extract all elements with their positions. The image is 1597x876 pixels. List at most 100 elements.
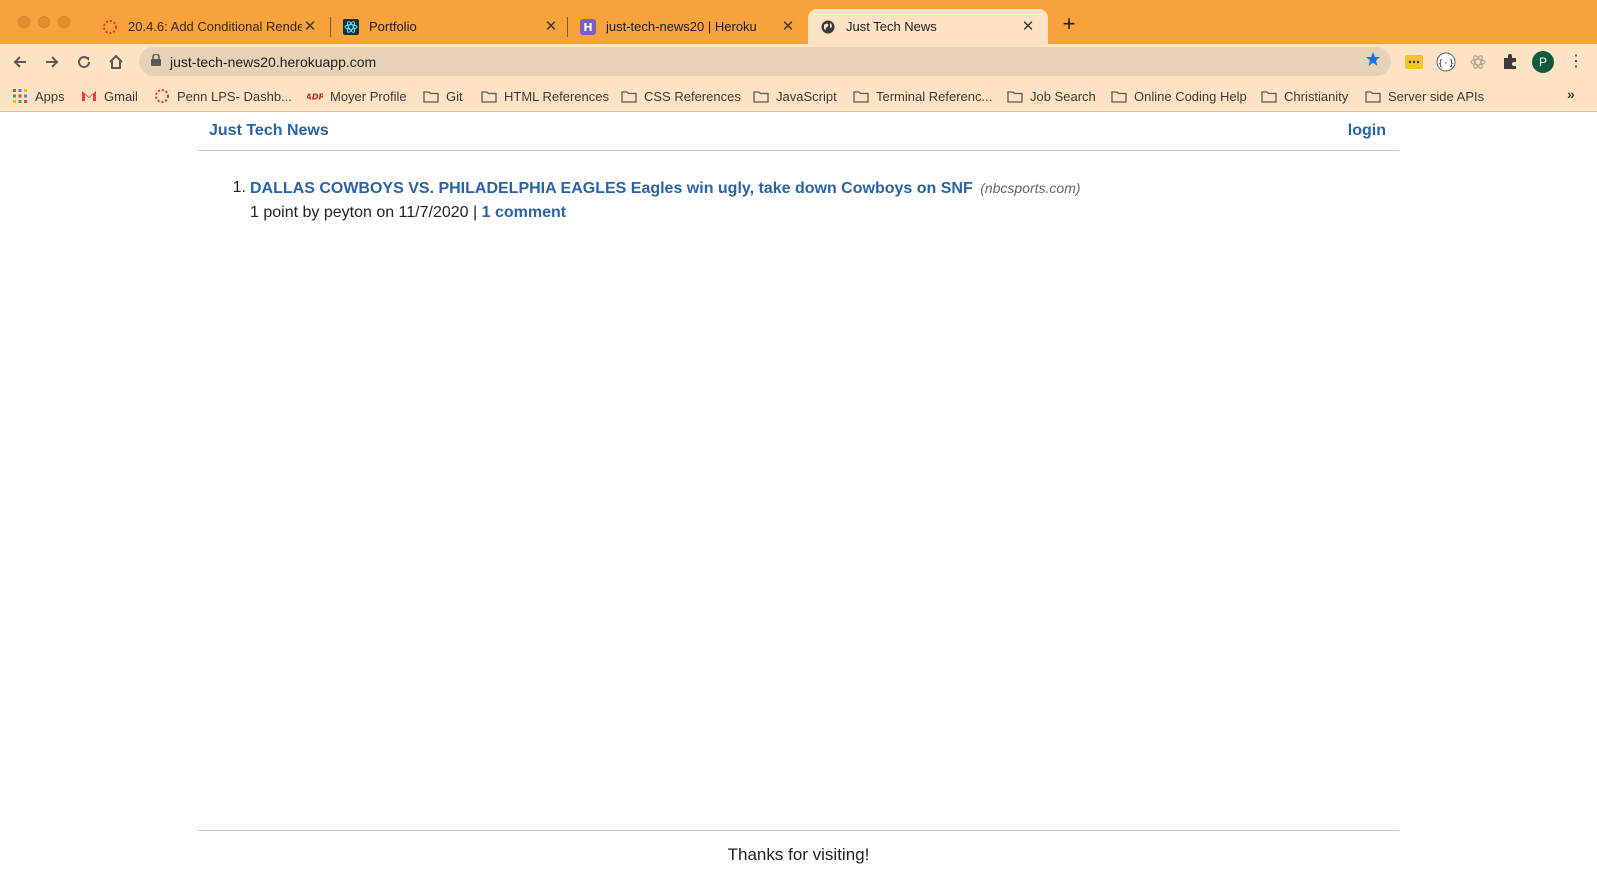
bookmark-label: Penn LPS- Dashb... [177, 88, 292, 104]
browser-tab[interactable]: Portfolio ✕ [331, 9, 571, 44]
bookmark-label: Server side APIs [1388, 88, 1485, 104]
post-body: DALLAS COWBOYS VS. PHILADELPHIA EAGLES E… [250, 176, 1081, 225]
back-button[interactable] [9, 51, 31, 73]
folder-icon [1007, 88, 1023, 104]
svg-text:ADP: ADP [307, 93, 323, 102]
folder-icon [621, 88, 637, 104]
bookmark-folder-server-apis[interactable]: Server side APIs [1365, 86, 1484, 106]
bookmark-star-icon[interactable] [1365, 51, 1381, 72]
bookmark-label: Terminal Referenc... [876, 88, 993, 104]
bookmark-label: CSS References [644, 88, 741, 104]
bookmark-folder-html[interactable]: HTML References [481, 86, 609, 106]
address-bar[interactable]: just-tech-news20.herokuapp.com [139, 47, 1391, 76]
heroku-icon: H [580, 18, 596, 35]
tab-bar: 20.4.6: Add Conditional Rende ✕ Portfoli… [0, 0, 1597, 44]
globe-icon [820, 19, 836, 35]
folder-icon [753, 88, 769, 104]
bookmark-label: Christianity [1284, 88, 1349, 104]
bookmark-label: Moyer Profile [330, 88, 407, 104]
bookmark-label: Git [446, 88, 463, 104]
tab-title: 20.4.6: Add Conditional Rende [128, 19, 302, 34]
folder-icon [1111, 88, 1127, 104]
post-meta-text: 1 point by peyton on 11/7/2020 | [250, 204, 478, 221]
browser-tab[interactable]: H just-tech-news20 | Heroku ✕ [568, 9, 808, 44]
bookmark-apps[interactable]: Apps [12, 86, 65, 106]
bookmark-folder-css[interactable]: CSS References [621, 86, 741, 106]
home-icon [109, 54, 123, 69]
tab-title: Just Tech News [846, 19, 937, 34]
site-header: Just Tech News login [198, 112, 1399, 151]
reload-button[interactable] [73, 51, 95, 73]
bookmark-label: Online Coding Help [1134, 88, 1247, 104]
devtools-extension-icon[interactable]: {·} [1436, 52, 1456, 72]
forward-button[interactable] [41, 51, 63, 73]
window-minimize-button[interactable] [38, 16, 50, 28]
post-title-link[interactable]: DALLAS COWBOYS VS. PHILADELPHIA EAGLES E… [250, 180, 973, 197]
footer-text: Thanks for visiting! [727, 845, 870, 864]
close-icon[interactable]: ✕ [1020, 18, 1036, 35]
post-number: 1. [232, 179, 246, 196]
list-item: 1. DALLAS COWBOYS VS. PHILADELPHIA EAGLE… [226, 176, 1226, 225]
bookmarks-overflow-chevron-icon[interactable]: » [1567, 86, 1575, 102]
close-icon[interactable]: ✕ [543, 18, 559, 35]
bookmark-label: HTML References [504, 88, 609, 104]
folder-icon [1365, 88, 1381, 104]
page-viewport: Just Tech News login 1. DALLAS COWBOYS V… [0, 112, 1597, 876]
reload-icon [78, 56, 91, 69]
gmail-icon [81, 88, 97, 104]
folder-icon [1261, 88, 1277, 104]
bookmark-label: Job Search [1030, 88, 1096, 104]
brand-link[interactable]: Just Tech News [209, 122, 329, 140]
post-meta: 1 point by peyton on 11/7/2020 | 1 comme… [250, 201, 1081, 225]
bookmark-moyer-profile[interactable]: ADP Moyer Profile [307, 86, 407, 106]
tab-title: Portfolio [369, 19, 417, 34]
bookmark-label: JavaScript [776, 88, 837, 104]
bookmark-penn-lps[interactable]: Penn LPS- Dashb... [154, 86, 292, 106]
post-title-line: DALLAS COWBOYS VS. PHILADELPHIA EAGLES E… [250, 176, 1081, 201]
folder-icon [423, 88, 439, 104]
comments-link[interactable]: 1 comment [482, 204, 566, 221]
arrow-left-icon [13, 56, 26, 68]
close-icon[interactable]: ✕ [302, 18, 318, 35]
react-devtools-icon[interactable] [1468, 52, 1488, 72]
post-domain: (nbcsports.com) [980, 180, 1081, 196]
bookmark-folder-terminal[interactable]: Terminal Referenc... [853, 86, 992, 106]
home-button[interactable] [105, 51, 127, 73]
react-atom-icon [343, 18, 359, 35]
canvas-ring-icon [154, 88, 170, 104]
tab-title: just-tech-news20 | Heroku [606, 19, 757, 34]
password-extension-icon[interactable] [1404, 52, 1424, 72]
bookmark-label: Gmail [104, 88, 138, 104]
bookmark-folder-job-search[interactable]: Job Search [1007, 86, 1096, 106]
bookmark-folder-christianity[interactable]: Christianity [1261, 86, 1348, 106]
bookmark-folder-git[interactable]: Git [423, 86, 463, 106]
window-zoom-button[interactable] [58, 16, 70, 28]
folder-icon [853, 88, 869, 104]
adp-icon: ADP [307, 88, 323, 104]
bookmark-label: Apps [35, 88, 65, 104]
close-icon[interactable]: ✕ [780, 18, 796, 35]
bookmarks-bar: Apps Gmail Penn LPS- Dashb... ADP Moyer … [0, 80, 1597, 112]
svg-text:H: H [583, 21, 592, 34]
login-link[interactable]: login [1348, 122, 1386, 140]
url-text[interactable]: just-tech-news20.herokuapp.com [170, 54, 1365, 70]
bookmark-folder-coding-help[interactable]: Online Coding Help [1111, 86, 1247, 106]
post-list: 1. DALLAS COWBOYS VS. PHILADELPHIA EAGLE… [226, 176, 1226, 225]
extensions-puzzle-icon[interactable] [1500, 52, 1520, 72]
canvas-ring-icon [102, 19, 118, 35]
browser-toolbar: just-tech-news20.herokuapp.com {·} P ⋮ [0, 44, 1597, 80]
window-close-button[interactable] [18, 16, 30, 28]
browser-tab[interactable]: 20.4.6: Add Conditional Rende ✕ [90, 9, 330, 44]
menu-kebab-icon[interactable]: ⋮ [1568, 52, 1584, 72]
folder-icon [481, 88, 497, 104]
bookmark-gmail[interactable]: Gmail [81, 86, 138, 106]
lock-icon [151, 52, 161, 71]
bookmark-folder-javascript[interactable]: JavaScript [753, 86, 837, 106]
new-tab-button[interactable]: + [1058, 13, 1080, 36]
browser-tab-active[interactable]: Just Tech News ✕ [808, 9, 1048, 44]
site-footer: Thanks for visiting! [198, 830, 1399, 876]
profile-avatar[interactable]: P [1532, 51, 1554, 73]
apps-grid-icon [12, 88, 28, 104]
arrow-right-icon [46, 56, 59, 68]
svg-text:{·}: {·} [1438, 59, 1454, 69]
